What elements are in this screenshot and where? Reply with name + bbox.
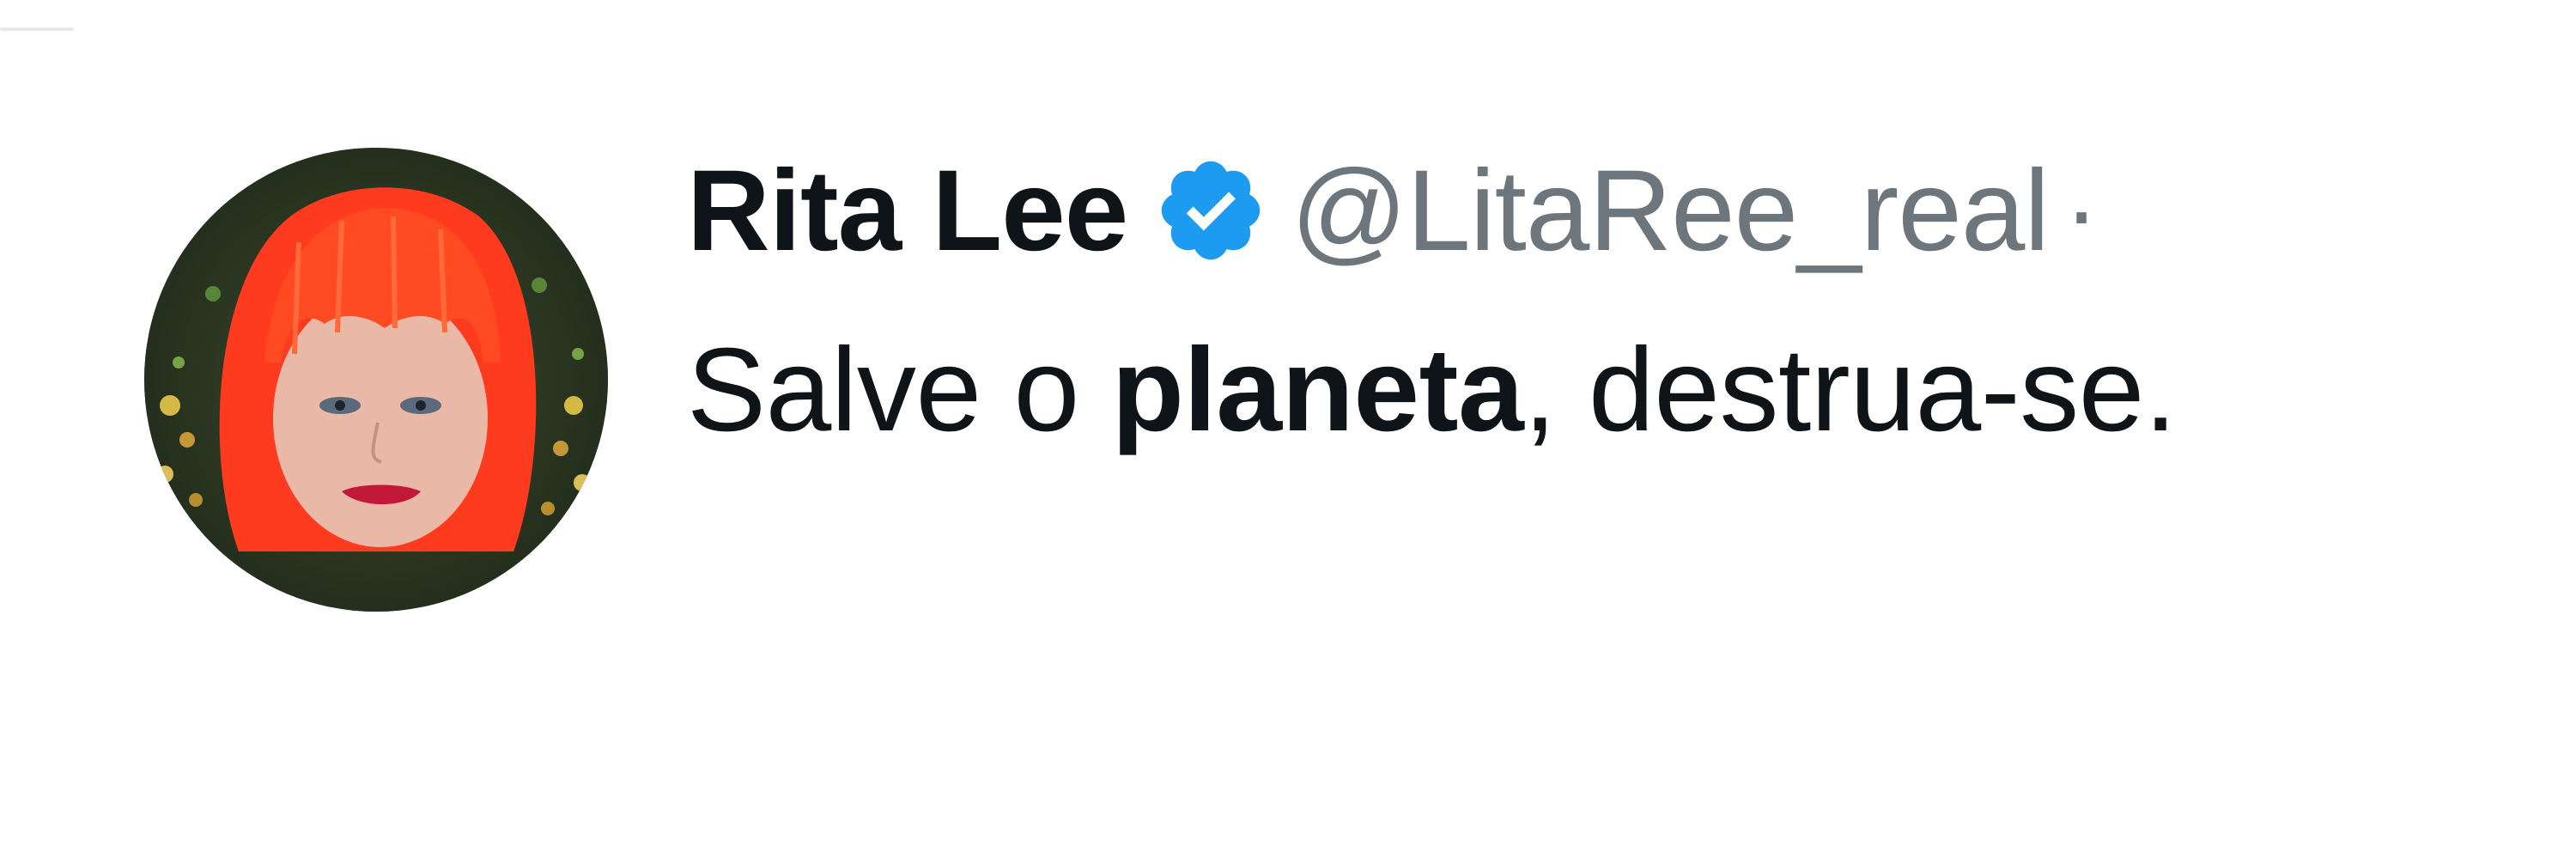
tweet-card[interactable]: Rita Lee @LitaRee_real · Salve o planeta… [0, 0, 2576, 859]
avatar[interactable] [144, 148, 608, 612]
tweet-header: Rita Lee @LitaRee_real · [687, 137, 2099, 283]
tweet-text: Salve o planeta, destrua-se. [687, 322, 2177, 459]
tweet-text-start: Salve o [687, 324, 1112, 456]
tweet-text-bold: planeta [1111, 324, 1524, 456]
user-handle[interactable]: @LitaRee_real [1291, 145, 2050, 277]
verified-badge-icon [1153, 153, 1268, 268]
display-name[interactable]: Rita Lee [687, 145, 1128, 277]
avatar-image [144, 148, 608, 612]
tweet-text-end: , destrua-se. [1523, 324, 2177, 456]
separator-dot: · [2064, 153, 2099, 268]
